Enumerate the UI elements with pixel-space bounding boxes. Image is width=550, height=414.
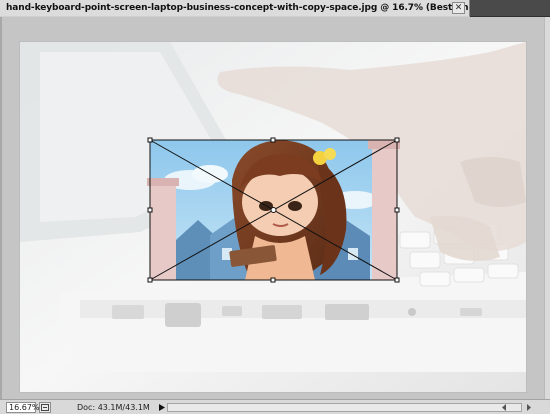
pasteboard xyxy=(0,17,550,399)
zoom-input[interactable]: 16.67% xyxy=(6,401,40,413)
close-icon[interactable]: ✕ xyxy=(452,2,465,14)
document-tab-title: hand-keyboard-point-screen-laptop-busine… xyxy=(6,3,469,13)
canvas-artwork xyxy=(20,42,526,392)
scroll-left-icon[interactable] xyxy=(500,403,509,412)
document-canvas[interactable] xyxy=(20,42,526,392)
placed-image xyxy=(147,137,400,283)
status-options-icon[interactable] xyxy=(39,401,51,413)
document-tab[interactable]: hand-keyboard-point-screen-laptop-busine… xyxy=(0,0,470,17)
menu-arrow-icon[interactable] xyxy=(157,402,166,413)
document-tab-bar: hand-keyboard-point-screen-laptop-busine… xyxy=(0,0,550,17)
document-size-info: Doc: 43.1M/43.1M xyxy=(77,402,150,412)
status-bar: 16.67% Doc: 43.1M/43.1M xyxy=(0,399,550,414)
vertical-scrollbar[interactable] xyxy=(544,17,550,399)
scroll-right-icon[interactable] xyxy=(524,403,533,412)
horizontal-scrollbar[interactable] xyxy=(167,403,522,412)
